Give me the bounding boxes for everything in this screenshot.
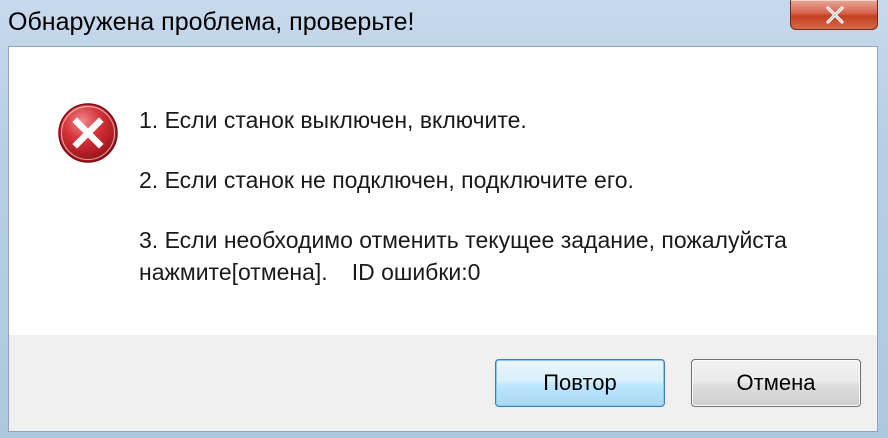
message-area: 1. Если станок выключен, включите. 2. Ес… — [9, 47, 877, 335]
message-line-3: 3. Если необходимо отменить текущее зада… — [139, 227, 787, 253]
close-button[interactable] — [790, 0, 878, 30]
dialog-window: Обнаружена проблема, проверьте! 1. Если … — [0, 0, 888, 438]
dialog-body: 1. Если станок выключен, включите. 2. Ес… — [8, 46, 878, 432]
message-line-1: 1. Если станок выключен, включите. — [139, 107, 527, 133]
error-id: ID ошибки:0 — [351, 259, 481, 285]
message-line-4: нажмите[отмена]. ID ошибки:0 — [139, 259, 480, 286]
message-line-2: 2. Если станок не подключен, подключите … — [139, 167, 634, 193]
close-icon — [826, 6, 844, 24]
window-title: Обнаружена проблема, проверьте! — [8, 8, 415, 36]
cancel-button[interactable]: Отмена — [691, 359, 861, 407]
title-bar[interactable]: Обнаружена проблема, проверьте! — [0, 0, 888, 46]
message-cancel-hint: нажмите[отмена]. — [139, 259, 328, 285]
retry-button[interactable]: Повтор — [495, 359, 665, 407]
error-x-icon — [58, 103, 118, 163]
